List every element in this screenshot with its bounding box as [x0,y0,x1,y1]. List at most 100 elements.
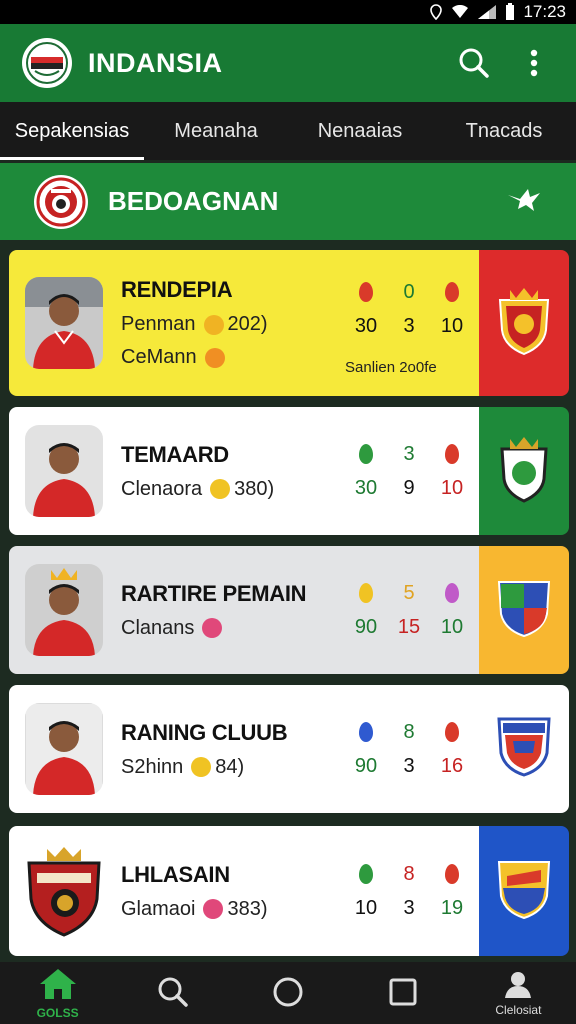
nav-recents[interactable] [346,962,461,1024]
wifi-icon [451,5,469,19]
stat-value: 3 [403,442,415,465]
stat-value: 90 [354,754,378,777]
nav-profile[interactable]: Clelosiat [461,962,576,1024]
player-detail: Clanans [121,616,195,639]
nav-search[interactable] [115,962,230,1024]
stat-red-icon [445,864,459,884]
bottom-nav: GOLSS Clelosiat [0,962,576,1024]
nav-home-label: GOLSS [36,1005,79,1020]
stat-value: 0 [403,280,415,303]
stat-value: 9 [403,476,415,499]
stat-value: 19 [440,896,464,919]
profile-icon [503,970,533,1001]
stat-value: 10 [440,314,464,337]
stat-value: 10 [440,476,464,499]
player-avatar [25,564,103,656]
nav-home-circle[interactable] [230,962,345,1024]
player-name: RENDEPIA [121,277,233,302]
player-avatar [25,703,103,795]
stat-yellow-icon [359,583,373,603]
stat-value: 30 [354,476,378,499]
stat-value: 3 [403,754,415,777]
club-badge-icon [497,858,551,925]
club-crest-icon [34,174,88,229]
stat-value: 3 [403,314,415,337]
player-value: 202) [227,313,268,335]
app-bar: INDANSIA [0,24,576,102]
player-avatar [25,277,103,369]
player-value: 380) [234,477,275,500]
search-icon[interactable] [454,43,494,83]
square-icon [388,977,418,1010]
stat-value: 16 [440,754,464,777]
player-value: 84) [215,755,245,778]
badge-icon [202,618,223,638]
subtag: Sanlien 2o0fe [345,359,437,376]
coin-icon [191,757,212,777]
club-badge-icon [497,578,551,643]
stat-value: 30 [354,314,378,337]
app-logo [22,38,72,88]
section-title: BEDOAGNAN [108,186,279,216]
nav-home[interactable]: GOLSS [0,962,115,1024]
player-avatar [25,425,103,517]
stat-purple-icon [445,583,459,603]
app-title: INDANSIA [88,47,223,78]
player-detail: S2hinn [121,755,184,778]
status-bar: 17:23 [0,0,576,24]
player-detail-2: CeMann [121,346,197,368]
club-badge-icon [498,435,550,508]
circle-icon [272,976,304,1011]
tab-bar: Sepakensias Meanaha Nenaaias Tnacads [0,102,576,160]
signal-icon [477,4,497,20]
list-item[interactable]: RENDEPIA Penman 202) CeMann 0 30 3 10 Sanli… [9,250,569,396]
stat-value: 5 [403,581,415,604]
club-badge-icon [497,717,551,782]
stat-value: 10 [354,896,378,919]
tab-tnacads[interactable]: Tnacads [432,102,576,160]
stat-value: 90 [354,615,378,638]
stat-value: 8 [403,720,415,743]
battery-icon [505,3,515,21]
stat-value: 8 [403,862,415,885]
player-name: RANING CLUUB [121,719,288,745]
list-item[interactable]: LHLASAIN Glamaoi 383) 8 10 3 19 [9,826,569,956]
player-name: RARTIRE PEMAIN [121,580,307,606]
share-bird-icon[interactable] [506,185,542,218]
ranking-list: RENDEPIA Penman 202) CeMann 0 30 3 10 Sanli… [0,240,576,962]
stat-value: 3 [403,896,415,919]
stat-red-icon [445,444,459,464]
player-name: LHLASAIN [121,861,230,887]
tab-meanaha[interactable]: Meanaha [144,102,288,160]
club-crest-icon [25,845,103,937]
coin-icon [210,479,231,499]
tab-nenaaias[interactable]: Nenaaias [288,102,432,160]
player-detail: Penman [121,313,196,335]
search-icon [157,976,189,1011]
nav-profile-label: Clelosiat [495,1002,542,1017]
list-item[interactable]: TEMAARD Clenaora 380) 3 30 9 10 [9,407,569,535]
stat-red-icon [445,282,459,302]
more-options-icon[interactable] [514,43,554,83]
home-icon [38,967,78,1004]
section-header: BEDOAGNAN [0,163,576,240]
stat-green-icon [359,444,373,464]
stat-value: 10 [440,615,464,638]
badge-icon [203,899,224,919]
stat-red-icon [359,282,373,302]
stat-blue-icon [359,722,373,742]
player-detail: Glamaoi [121,897,196,920]
club-badge-icon [496,286,552,361]
list-item[interactable]: RANING CLUUB S2hinn 84) 8 90 3 16 [9,685,569,813]
stat-green-icon [359,864,373,884]
tab-sepakensias[interactable]: Sepakensias [0,102,144,160]
player-detail: Clenaora [121,477,203,500]
stat-value: 15 [397,615,421,638]
location-icon [429,4,443,20]
coin-icon [203,314,224,335]
stat-red-icon [445,722,459,742]
clock: 17:23 [523,2,566,21]
emoji-icon [204,347,225,368]
list-item[interactable]: RARTIRE PEMAIN Clanans 5 90 15 10 [9,546,569,674]
player-name: TEMAARD [121,441,229,467]
